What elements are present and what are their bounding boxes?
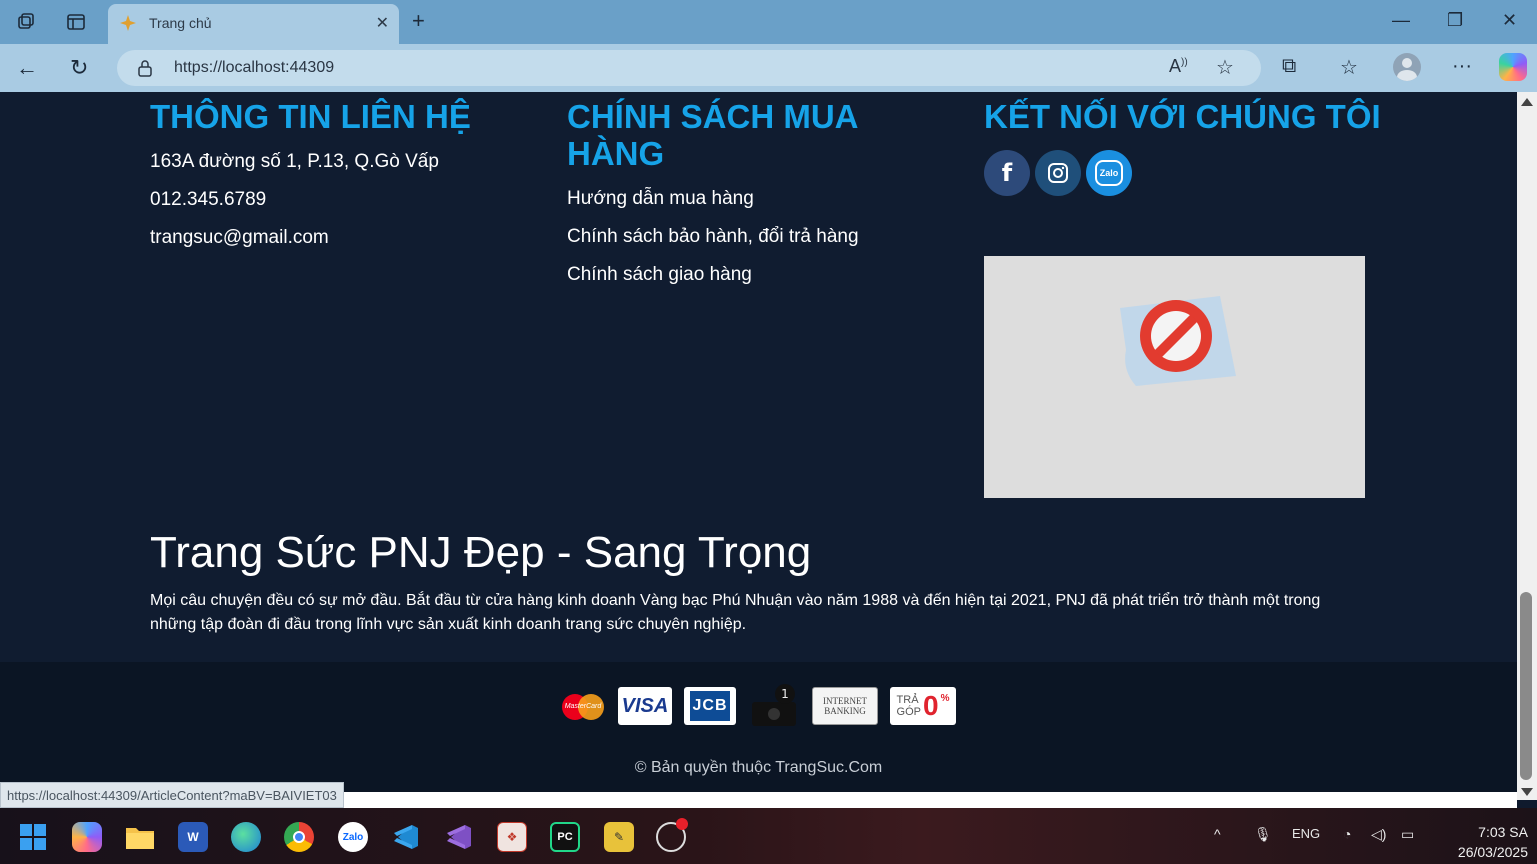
contact-email: trangsuc@gmail.com — [150, 227, 329, 248]
microphone-icon[interactable]: 🎙 — [1254, 826, 1272, 843]
close-window-icon[interactable]: ✕ — [1502, 10, 1517, 31]
clock-date: 26/03/2025 — [1457, 844, 1528, 860]
windows-taskbar: W Zalo ❖ PC ✎ ^ 🎙 ENG ◔ ◁) ▭ 7:03 SA 26/… — [0, 808, 1537, 864]
visual-studio-icon[interactable] — [444, 822, 474, 852]
app-icon[interactable] — [656, 818, 688, 852]
browser-tab-bar: Trang chủ ✕ + — ❐ ✕ — [0, 0, 1537, 44]
zalo-icon[interactable]: Zalo — [1086, 150, 1132, 196]
zalo-taskbar-icon[interactable]: Zalo — [338, 822, 368, 852]
extensions-icon[interactable]: ⧉ — [1282, 55, 1296, 78]
brand-title: Trang Sức PNJ Đẹp - Sang Trọng — [150, 528, 812, 577]
favorite-star-icon[interactable]: ☆ — [1216, 55, 1234, 80]
read-aloud-icon[interactable]: A)) — [1169, 56, 1188, 77]
policy-link-buying-guide[interactable]: Hướng dẫn mua hàng — [567, 188, 947, 210]
word-icon[interactable]: W — [178, 822, 208, 852]
scroll-thumb[interactable] — [1520, 592, 1532, 780]
tab-trang-chu[interactable]: Trang chủ ✕ — [108, 4, 399, 44]
lock-icon[interactable] — [137, 59, 153, 77]
contact-heading: THÔNG TIN LIÊN HỆ — [150, 98, 471, 135]
zalo-label: Zalo — [1095, 160, 1123, 186]
volume-icon[interactable]: ◁) — [1371, 826, 1386, 843]
chrome-icon[interactable] — [284, 822, 314, 852]
clock-time: 7:03 SA — [1478, 824, 1528, 840]
map-embed-blocked[interactable] — [984, 256, 1365, 498]
scroll-down-icon[interactable] — [1521, 788, 1533, 796]
policy-heading: CHÍNH SÁCH MUA HÀNG — [567, 98, 858, 172]
more-options-icon[interactable]: ··· — [1452, 55, 1472, 78]
contact-address: 163A đường số 1, P.13, Q.Gò Vấp — [150, 151, 439, 172]
copilot-icon[interactable] — [1499, 53, 1527, 81]
site-favicon-icon — [120, 15, 136, 31]
contact-column: THÔNG TIN LIÊN HỆ 163A đường số 1, P.13,… — [150, 98, 530, 249]
internet-banking-icon: INTERNET BANKING — [812, 687, 878, 725]
page-scrollbar[interactable] — [1517, 92, 1537, 800]
tools-icon[interactable]: ✎ — [604, 822, 634, 852]
workspaces-icon[interactable] — [14, 10, 38, 34]
mastercard-icon: MasterCard — [560, 687, 606, 725]
tray-overflow-icon[interactable]: ^ — [1214, 826, 1221, 842]
payment-methods: MasterCard VISA JCB 1 INTERNET BANKING T… — [560, 684, 956, 728]
connect-heading: KẾT NỐI VỚI CHÚNG TÔI — [984, 98, 1381, 135]
installment-icon: TRẢ GÓP 0 % — [890, 687, 956, 725]
policy-column: CHÍNH SÁCH MUA HÀNG Hướng dẫn mua hàng C… — [567, 98, 947, 286]
status-bar-link-preview: https://localhost:44309/ArticleContent?m… — [0, 782, 344, 808]
new-tab-icon[interactable]: + — [412, 8, 425, 34]
wifi-icon[interactable]: ◔ — [1343, 826, 1351, 842]
jcb-icon: JCB — [684, 687, 736, 725]
windows-start-icon[interactable] — [18, 822, 48, 852]
back-icon[interactable]: ← — [16, 55, 38, 81]
brand-description: Mọi câu chuyện đều có sự mở đầu. Bắt đầu… — [150, 592, 1321, 633]
browser-nav-bar: ← ↻ https://localhost:44309 A)) ☆ ⧉ ☆ ··… — [0, 44, 1537, 92]
instagram-icon[interactable] — [1035, 150, 1081, 196]
restore-icon[interactable]: ❐ — [1447, 10, 1463, 31]
facebook-icon[interactable]: f — [984, 150, 1030, 196]
refresh-icon[interactable]: ↻ — [70, 55, 88, 81]
language-indicator[interactable]: ENG — [1292, 826, 1320, 841]
profile-avatar[interactable] — [1393, 53, 1421, 81]
minimize-icon[interactable]: — — [1392, 10, 1410, 31]
tab-close-icon[interactable]: ✕ — [376, 13, 389, 33]
tab-actions-icon[interactable] — [64, 10, 88, 34]
vscode-icon[interactable] — [391, 822, 421, 852]
contact-phone: 012.345.6789 — [150, 189, 267, 210]
scroll-up-icon[interactable] — [1521, 98, 1533, 106]
payment-band: MasterCard VISA JCB 1 INTERNET BANKING T… — [0, 662, 1517, 792]
favorites-icon[interactable]: ☆ — [1340, 55, 1358, 80]
system-clock[interactable]: 7:03 SA 26/03/2025 — [1448, 822, 1528, 862]
copyright-text: © Bản quyền thuộc TrangSuc.Com — [634, 759, 883, 776]
visa-icon: VISA — [618, 687, 672, 725]
dev-tool-icon[interactable]: ❖ — [497, 822, 527, 852]
copilot-taskbar-icon[interactable] — [72, 822, 102, 852]
svg-text:1: 1 — [781, 687, 789, 701]
address-bar[interactable]: https://localhost:44309 A)) ☆ — [117, 50, 1261, 86]
file-explorer-icon[interactable] — [125, 822, 155, 852]
policy-link-warranty[interactable]: Chính sách bảo hành, đổi trả hàng — [567, 226, 947, 248]
policy-link-shipping[interactable]: Chính sách giao hàng — [567, 264, 947, 286]
blocked-content-icon — [1120, 296, 1236, 386]
pycharm-icon[interactable]: PC — [550, 822, 580, 852]
battery-icon[interactable]: ▭ — [1401, 826, 1414, 843]
cash-icon: 1 — [748, 684, 800, 726]
connect-column: KẾT NỐI VỚI CHÚNG TÔI f Zalo — [984, 98, 1384, 196]
social-links: f Zalo — [984, 150, 1384, 196]
tab-title: Trang chủ — [149, 15, 212, 31]
edge-icon[interactable] — [231, 822, 261, 852]
url-text[interactable]: https://localhost:44309 — [174, 59, 334, 77]
page-footer: THÔNG TIN LIÊN HỆ 163A đường số 1, P.13,… — [0, 92, 1517, 792]
